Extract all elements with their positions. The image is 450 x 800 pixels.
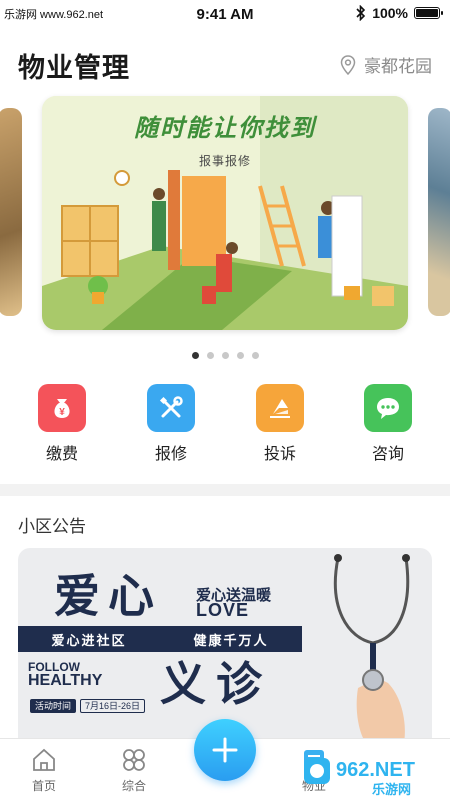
- add-button[interactable]: [194, 719, 256, 781]
- banner-headline: 随时能让你找到: [134, 115, 316, 142]
- poster-date-label: 活动时间: [30, 699, 77, 713]
- battery-icon: [414, 7, 443, 19]
- service-repair-label: 报修: [154, 446, 187, 463]
- poster-love: LOVE: [196, 600, 250, 620]
- tab-home-label: 首页: [31, 779, 56, 793]
- service-payment-tile: ¥: [38, 384, 86, 432]
- poster-date-range: 7月16日-26日: [80, 699, 146, 713]
- chat-icon: [377, 398, 399, 419]
- banner-slide[interactable]: 随时能让你找到 报事报修: [42, 96, 408, 330]
- prev-banner-peek[interactable]: [0, 108, 22, 316]
- poster-big-bottom: 义诊: [160, 657, 272, 711]
- service-complaint[interactable]: 投诉: [240, 384, 320, 464]
- battery-percent: 100%: [372, 5, 408, 21]
- carousel-dot[interactable]: [221, 352, 229, 359]
- tools-icon: [159, 396, 183, 418]
- carousel-dot[interactable]: [206, 352, 214, 359]
- location-name: 豪都花园: [364, 57, 432, 76]
- carousel-dot[interactable]: [236, 352, 244, 359]
- site-logo: 962.NET 乐游网: [304, 758, 415, 798]
- service-complaint-tile: [256, 384, 304, 432]
- location-selector[interactable]: 豪都花园: [340, 52, 432, 77]
- page-header: 物业管理 豪都花园: [0, 40, 450, 88]
- plus-icon: [212, 737, 238, 763]
- notice-poster[interactable]: 爱心 爱心送温暖 LOVE 爱心进社区 健康千万人 FOLLOW HEALTHY…: [18, 548, 432, 748]
- location-pin-icon: [340, 54, 356, 75]
- site-logo-top: 962.NET: [336, 759, 415, 781]
- carousel-indicator: [0, 352, 450, 359]
- watermark-text: 乐游网 www.962.net: [4, 9, 104, 21]
- tab-general-label: 综合: [121, 779, 146, 793]
- service-payment-label: 缴费: [45, 446, 78, 463]
- grid-icon: [123, 749, 145, 771]
- service-complaint-label: 投诉: [263, 446, 296, 463]
- carousel-dot[interactable]: [191, 352, 199, 359]
- poster-big-top: 爱心: [54, 569, 162, 623]
- page-title: 物业管理: [18, 53, 130, 83]
- tab-home[interactable]: 首页: [14, 747, 74, 794]
- poster-strip-right: 健康千万人: [193, 632, 269, 648]
- poster-healthy: HEALTHY: [28, 672, 103, 689]
- service-consult[interactable]: 咨询: [348, 384, 428, 464]
- banner-carousel[interactable]: 随时能让你找到 报事报修: [0, 96, 450, 336]
- service-consult-label: 咨询: [371, 446, 404, 463]
- home-icon: [33, 748, 55, 771]
- tab-general[interactable]: 综合: [104, 747, 164, 794]
- svg-text:¥: ¥: [59, 407, 65, 418]
- status-indicators: 100%: [356, 5, 443, 21]
- banner-subtitle: 报事报修: [198, 154, 251, 168]
- service-repair[interactable]: 报修: [131, 384, 211, 464]
- quick-services: ¥ 缴费 报修 投诉 咨询: [0, 384, 450, 468]
- section-divider: [0, 484, 450, 496]
- stethoscope-illustration: [333, 554, 410, 748]
- next-banner-peek[interactable]: [428, 108, 450, 316]
- complaint-icon: [270, 399, 290, 418]
- service-payment[interactable]: ¥ 缴费: [22, 384, 102, 464]
- service-repair-tile: [147, 384, 195, 432]
- bluetooth-icon: [356, 5, 366, 21]
- battery-fill: [416, 9, 438, 17]
- service-consult-tile: [364, 384, 412, 432]
- money-bag-icon: ¥: [54, 399, 70, 418]
- poster-date: 活动时间 7月16日-26日: [30, 698, 146, 714]
- carousel-dot[interactable]: [251, 352, 259, 359]
- poster-strip-left: 爱心进社区: [51, 632, 127, 648]
- site-logo-bottom: 乐游网: [372, 782, 411, 798]
- notice-section-title: 小区公告: [18, 517, 86, 536]
